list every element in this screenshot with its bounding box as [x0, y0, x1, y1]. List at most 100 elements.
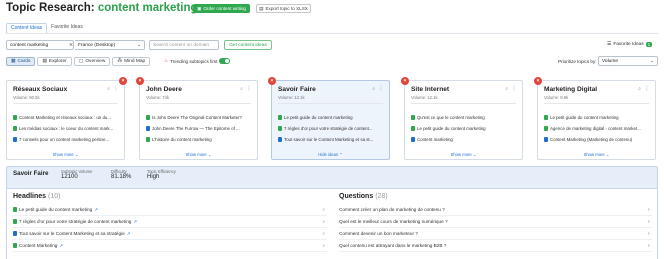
card-idea[interactable]: John Deere The Furrow — The Epitome of .…: [146, 126, 251, 131]
get-content-ideas-button[interactable]: Get content ideas: [224, 40, 272, 50]
close-icon[interactable]: ×: [119, 77, 127, 85]
card-idea[interactable]: Les médias sociaux : le coeur du content…: [13, 126, 118, 131]
topic-card[interactable]: × Réseaux Sociaux Volume: 90.5k ⌕ ⋮ Cont…: [6, 77, 127, 160]
more-icon[interactable]: ⋮: [246, 85, 252, 92]
card-idea[interactable]: Content Marketing et réseaux sociaux : u…: [13, 115, 118, 120]
topic-card[interactable]: × Marketing Digital Volume: 9.9k ⌕ ⋮ Le …: [534, 77, 656, 160]
search-icon[interactable]: ⌕: [322, 243, 325, 248]
more-icon[interactable]: ⋮: [644, 85, 650, 92]
metric-topic-efficiency: Topic Efficiency High: [147, 169, 176, 180]
headline-row[interactable]: Le petit guide du content marketing ↗ ⌕: [13, 204, 327, 216]
show-more-link[interactable]: Show more ⌄: [7, 152, 124, 157]
location-select[interactable]: France (Desktop): [75, 40, 145, 50]
view-mindmap-button[interactable]: ⁂ Mind Map: [112, 57, 151, 66]
card-idea[interactable]: Tout savoir sur le Content Marketing et …: [278, 137, 383, 142]
favorite-ideas-link[interactable]: ☰ Favorite Ideas 1: [607, 42, 653, 47]
external-link-icon[interactable]: ↗: [133, 219, 137, 225]
question-row[interactable]: Comment créer un plan de marketing de co…: [339, 204, 652, 216]
toggle-switch[interactable]: [219, 58, 231, 64]
view-overview-button[interactable]: ▢ Overview: [73, 57, 111, 66]
show-more-link[interactable]: Show more ⌄: [538, 152, 655, 157]
headline-row[interactable]: 7 règles d'or pour votre stratégie de co…: [13, 216, 327, 228]
more-icon[interactable]: ⋮: [378, 85, 384, 92]
show-more-link[interactable]: Show more ⌄: [405, 152, 522, 157]
card-idea[interactable]: Le petit guide du content marketing: [278, 115, 383, 120]
headline-row[interactable]: Content Marketing ↗ ⌕: [13, 240, 327, 252]
view-label: Explorer: [48, 59, 67, 64]
search-icon[interactable]: ⌕: [372, 86, 375, 92]
card-idea[interactable]: L'histoire du content marketing: [146, 137, 251, 142]
close-icon[interactable]: ×: [401, 77, 409, 85]
question-row[interactable]: Comment devenir un bon marketeur ? ⌕: [339, 228, 652, 240]
card-idea[interactable]: 7 règles d'or pour votre stratégie de co…: [278, 126, 383, 131]
question-row[interactable]: Quel contenu est attrayant dans le marke…: [339, 240, 652, 252]
close-icon[interactable]: ×: [136, 77, 144, 85]
search-icon[interactable]: ⌕: [322, 207, 325, 212]
more-icon[interactable]: ⋮: [511, 85, 517, 92]
more-icon[interactable]: ⋮: [113, 85, 119, 92]
question-row[interactable]: Quel est le meilleur cours de marketing …: [339, 216, 652, 228]
card-idea[interactable]: 7 conseils pour un content marketing per…: [13, 137, 118, 142]
favorite-ideas-label: Favorite Ideas: [613, 42, 644, 47]
document-icon: [544, 115, 548, 120]
order-content-writing-button[interactable]: ▣ Order content writing: [193, 4, 250, 13]
title-prefix: Topic Research:: [6, 2, 95, 14]
prioritize-select[interactable]: Volume: [598, 56, 658, 66]
card-volume: Volume: 12.1k: [278, 95, 305, 100]
overview-icon: ▢: [78, 59, 84, 64]
keyword-input[interactable]: content marketing: [6, 40, 74, 50]
show-more-link[interactable]: Show more ⌄: [140, 152, 257, 157]
search-icon[interactable]: ⌕: [322, 231, 325, 236]
topic-card[interactable]: × John Deere Volume: 74k ⌕ ⋮ Is John Dee…: [136, 77, 258, 160]
search-icon[interactable]: ⌕: [107, 86, 110, 92]
export-xlsx-button[interactable]: ▤ Export topic to XLSX: [256, 4, 311, 13]
external-link-icon[interactable]: ↗: [127, 231, 131, 237]
search-icon[interactable]: ⌕: [647, 243, 650, 248]
hide-ideas-link[interactable]: Hide ideas ⌃: [272, 152, 389, 157]
chevron-down-icon: ⌄: [137, 42, 142, 48]
card-idea[interactable]: Le petit guide du content marketing: [544, 115, 649, 120]
show-more-label: Show more: [52, 152, 74, 157]
external-link-icon[interactable]: ↗: [59, 243, 63, 249]
close-icon[interactable]: ×: [534, 77, 542, 85]
card-idea[interactable]: Qu'est ce que le content marketing: [411, 115, 516, 120]
search-icon[interactable]: ⌕: [240, 86, 243, 92]
trending-subtopics-toggle[interactable]: ♨ Trending subtopics first: [164, 58, 231, 64]
card-idea[interactable]: Content marketing: [411, 137, 516, 142]
topic-card-selected[interactable]: × Savoir Faire Volume: 12.1k ⌕ ⋮ Le peti…: [268, 77, 390, 160]
export-button-label: Export topic to XLSX: [265, 6, 308, 11]
export-icon: ▤: [259, 5, 264, 11]
search-icon[interactable]: ⌕: [647, 207, 650, 212]
search-icon[interactable]: ⌕: [638, 86, 641, 92]
card-idea[interactable]: Le petit guide du content marketing: [411, 126, 516, 131]
detail-title: Savoir Faire: [13, 170, 49, 177]
card-title: John Deere: [146, 86, 182, 93]
view-explorer-button[interactable]: ▤ Explorer: [37, 57, 72, 66]
view-label: Mind Map: [124, 59, 146, 64]
idea-text: Le petit guide du content marketing: [417, 126, 486, 131]
search-icon[interactable]: ⌕: [505, 86, 508, 92]
tabs-divider: [6, 33, 658, 34]
idea-text: John Deere The Furrow — The Epitome of .…: [152, 126, 240, 131]
card-volume: Volume: 9.9k: [544, 95, 569, 100]
domain-search-input[interactable]: Search content on domain: [149, 40, 219, 50]
card-idea[interactable]: Agence de marketing digital - content ma…: [544, 126, 649, 131]
close-icon[interactable]: ×: [268, 77, 276, 85]
idea-text: Content Marketing (Marketing de contenu): [550, 137, 633, 142]
search-icon[interactable]: ⌕: [322, 219, 325, 224]
clear-icon[interactable]: ×: [67, 40, 75, 50]
search-icon[interactable]: ⌕: [647, 219, 650, 224]
card-volume: Volume: 74k: [146, 95, 170, 100]
question-text: Quel est le meilleur cours de marketing …: [339, 219, 448, 224]
document-icon: [278, 137, 282, 142]
card-idea[interactable]: Content Marketing (Marketing de contenu): [544, 137, 649, 142]
idea-text: Content marketing: [417, 137, 453, 142]
view-cards-button[interactable]: ▦ Cards: [6, 57, 36, 66]
headline-row[interactable]: Tout savoir sur le Content Marketing et …: [13, 228, 327, 240]
card-divider: [146, 103, 251, 104]
topic-card[interactable]: × Site Internet Volume: 12.1k ⌕ ⋮ Qu'est…: [401, 77, 523, 160]
metric-difficulty: Difficulty 81.18%: [111, 169, 131, 180]
card-idea[interactable]: Is John Deere The Original Content Marke…: [146, 115, 251, 120]
search-icon[interactable]: ⌕: [647, 231, 650, 236]
external-link-icon[interactable]: ↗: [94, 207, 98, 213]
